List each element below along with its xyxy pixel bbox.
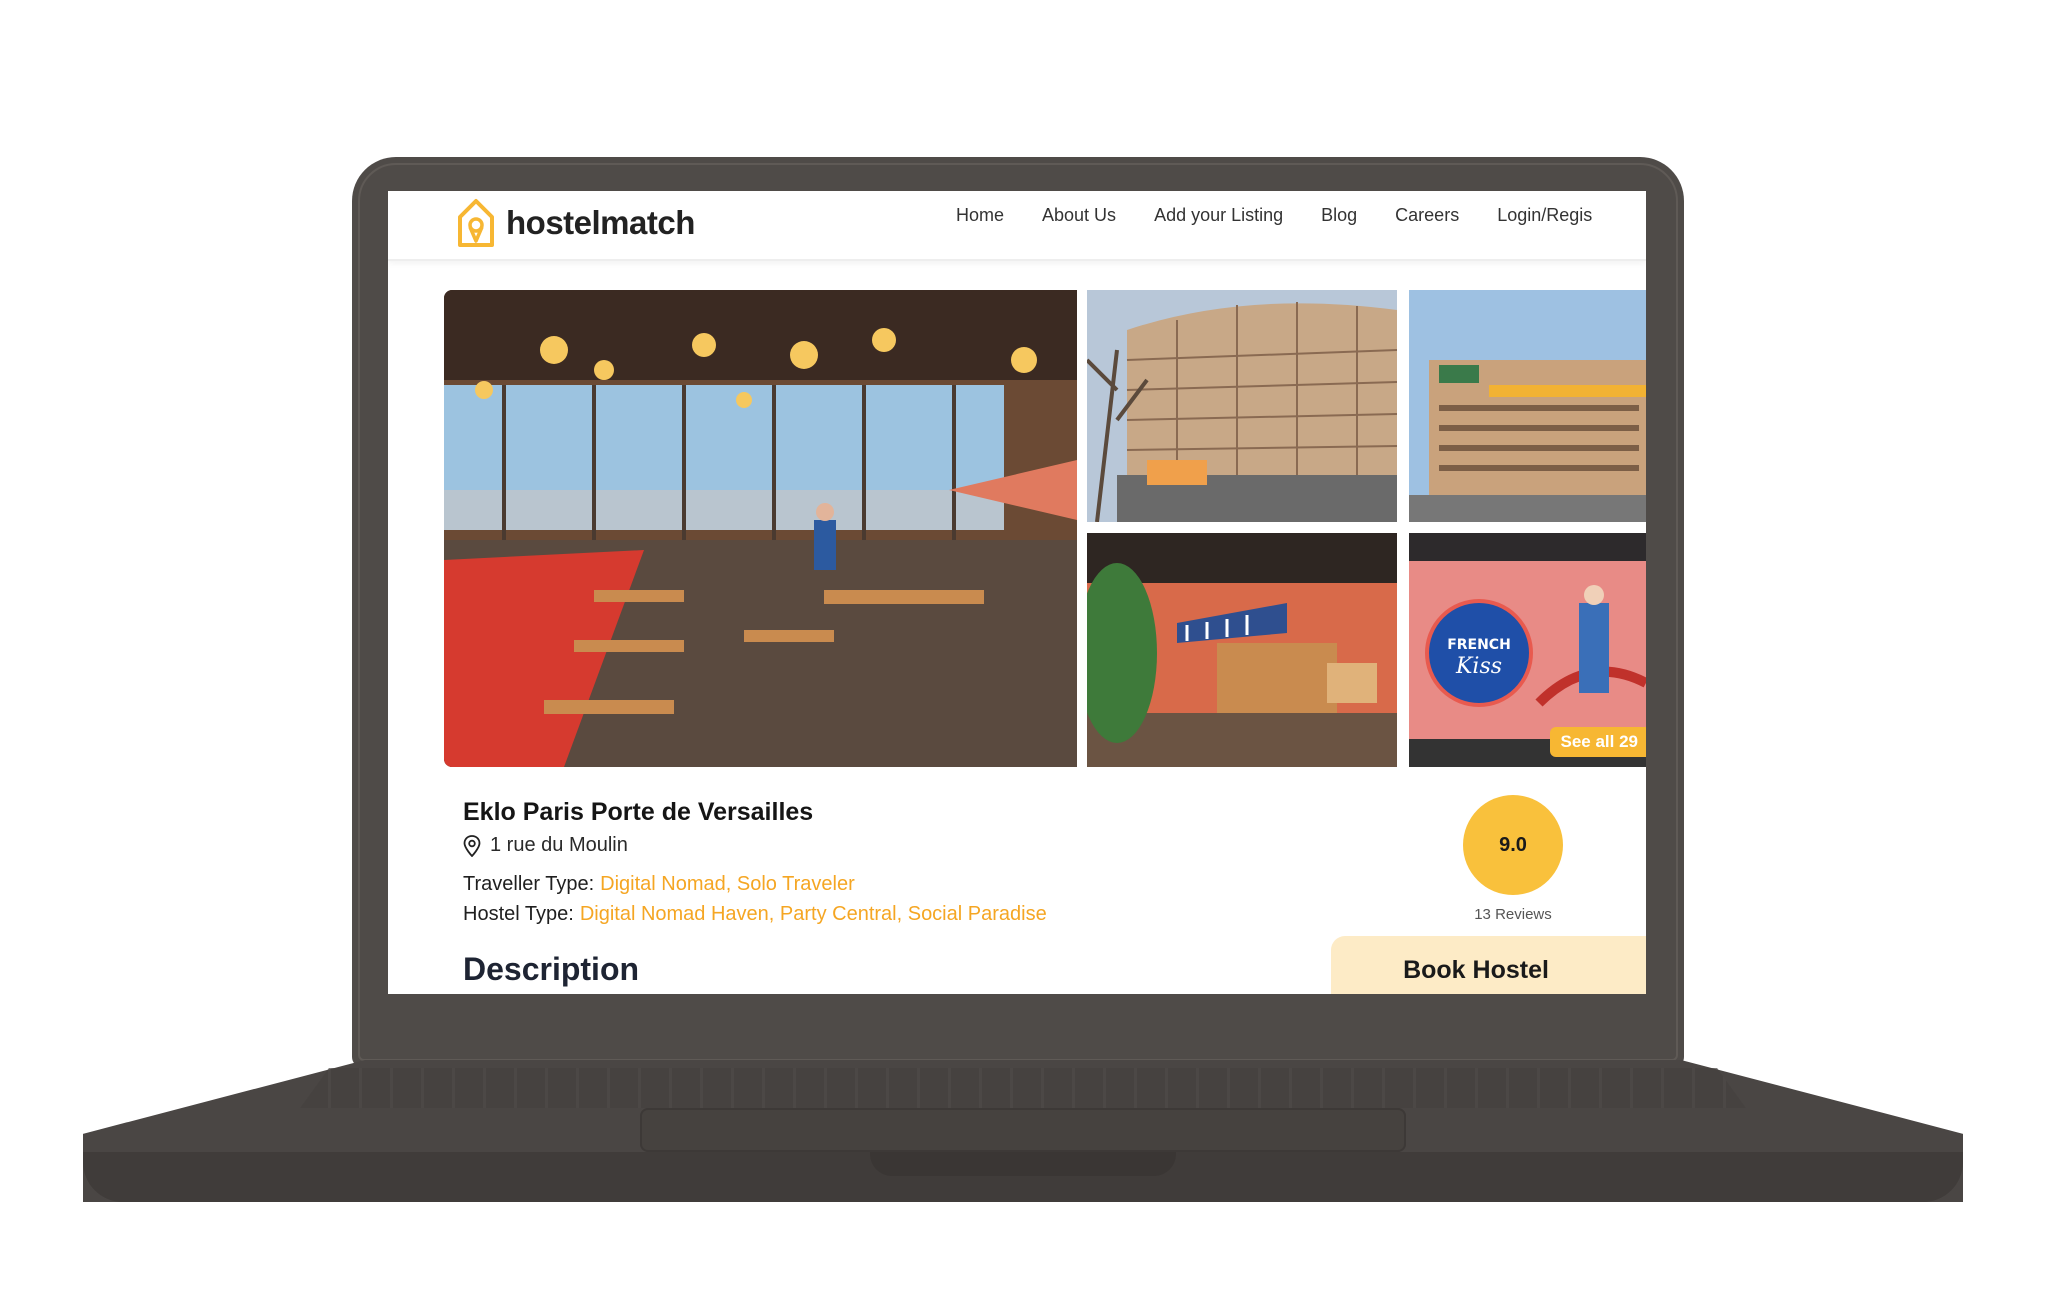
top-navbar: hostelmatch Home About Us Add your Listi… xyxy=(388,191,1646,261)
svg-text:Kiss: Kiss xyxy=(1455,654,1502,679)
reviews-count[interactable]: 13 Reviews xyxy=(1448,906,1578,923)
laptop-keyboard xyxy=(300,1068,1746,1108)
hostel-title: Eklo Paris Porte de Versailles xyxy=(463,798,814,826)
nav-careers[interactable]: Careers xyxy=(1395,205,1459,226)
booking-card: Book Hostel xyxy=(1331,936,1646,994)
book-hostel-button[interactable]: Book Hostel xyxy=(1331,956,1621,985)
hostel-type-label: Hostel Type: xyxy=(463,903,574,925)
laptop-notch xyxy=(870,1152,1176,1176)
nav-add-listing[interactable]: Add your Listing xyxy=(1154,205,1283,226)
nav-links: Home About Us Add your Listing Blog Care… xyxy=(956,205,1592,226)
nav-login-register[interactable]: Login/Regis xyxy=(1497,205,1592,226)
laptop-trackpad xyxy=(640,1108,1406,1152)
traveller-type-value[interactable]: Digital Nomad, Solo Traveler xyxy=(600,873,855,895)
nav-about-us[interactable]: About Us xyxy=(1042,205,1116,226)
site-logo[interactable]: hostelmatch xyxy=(456,195,695,251)
logo-text: hostelmatch xyxy=(506,204,695,241)
building-exterior-photo[interactable] xyxy=(1087,290,1397,522)
nav-blog[interactable]: Blog xyxy=(1321,205,1357,226)
rating-score: 9.0 xyxy=(1499,833,1527,856)
hostel-address: 1 rue du Moulin xyxy=(463,834,628,857)
restaurant-photo[interactable] xyxy=(444,290,1077,767)
address-text: 1 rue du Moulin xyxy=(490,834,628,856)
lobby-bar-photo[interactable] xyxy=(1087,533,1397,767)
building-facade-photo[interactable] xyxy=(1409,290,1646,522)
svg-text:FRENCH: FRENCH xyxy=(1447,637,1511,653)
see-all-photos-button[interactable]: See all 29 xyxy=(1550,727,1646,757)
rating-badge: 9.0 xyxy=(1463,795,1563,895)
house-pin-logo-icon xyxy=(458,199,494,247)
traveller-type-row: Traveller Type: Digital Nomad, Solo Trave… xyxy=(463,873,855,896)
nav-home[interactable]: Home xyxy=(956,205,1004,226)
description-heading: Description xyxy=(463,951,640,987)
traveller-type-label: Traveller Type: xyxy=(463,873,595,895)
map-pin-icon xyxy=(463,834,481,857)
hostel-type-row: Hostel Type: Digital Nomad Haven, Party C… xyxy=(463,903,1047,926)
browser-screen: hostelmatch Home About Us Add your Listi… xyxy=(388,191,1646,994)
french-kiss-mural-photo[interactable]: FRENCH Kiss See all 29 xyxy=(1409,533,1646,767)
hostel-type-value[interactable]: Digital Nomad Haven, Party Central, Soci… xyxy=(580,903,1047,925)
